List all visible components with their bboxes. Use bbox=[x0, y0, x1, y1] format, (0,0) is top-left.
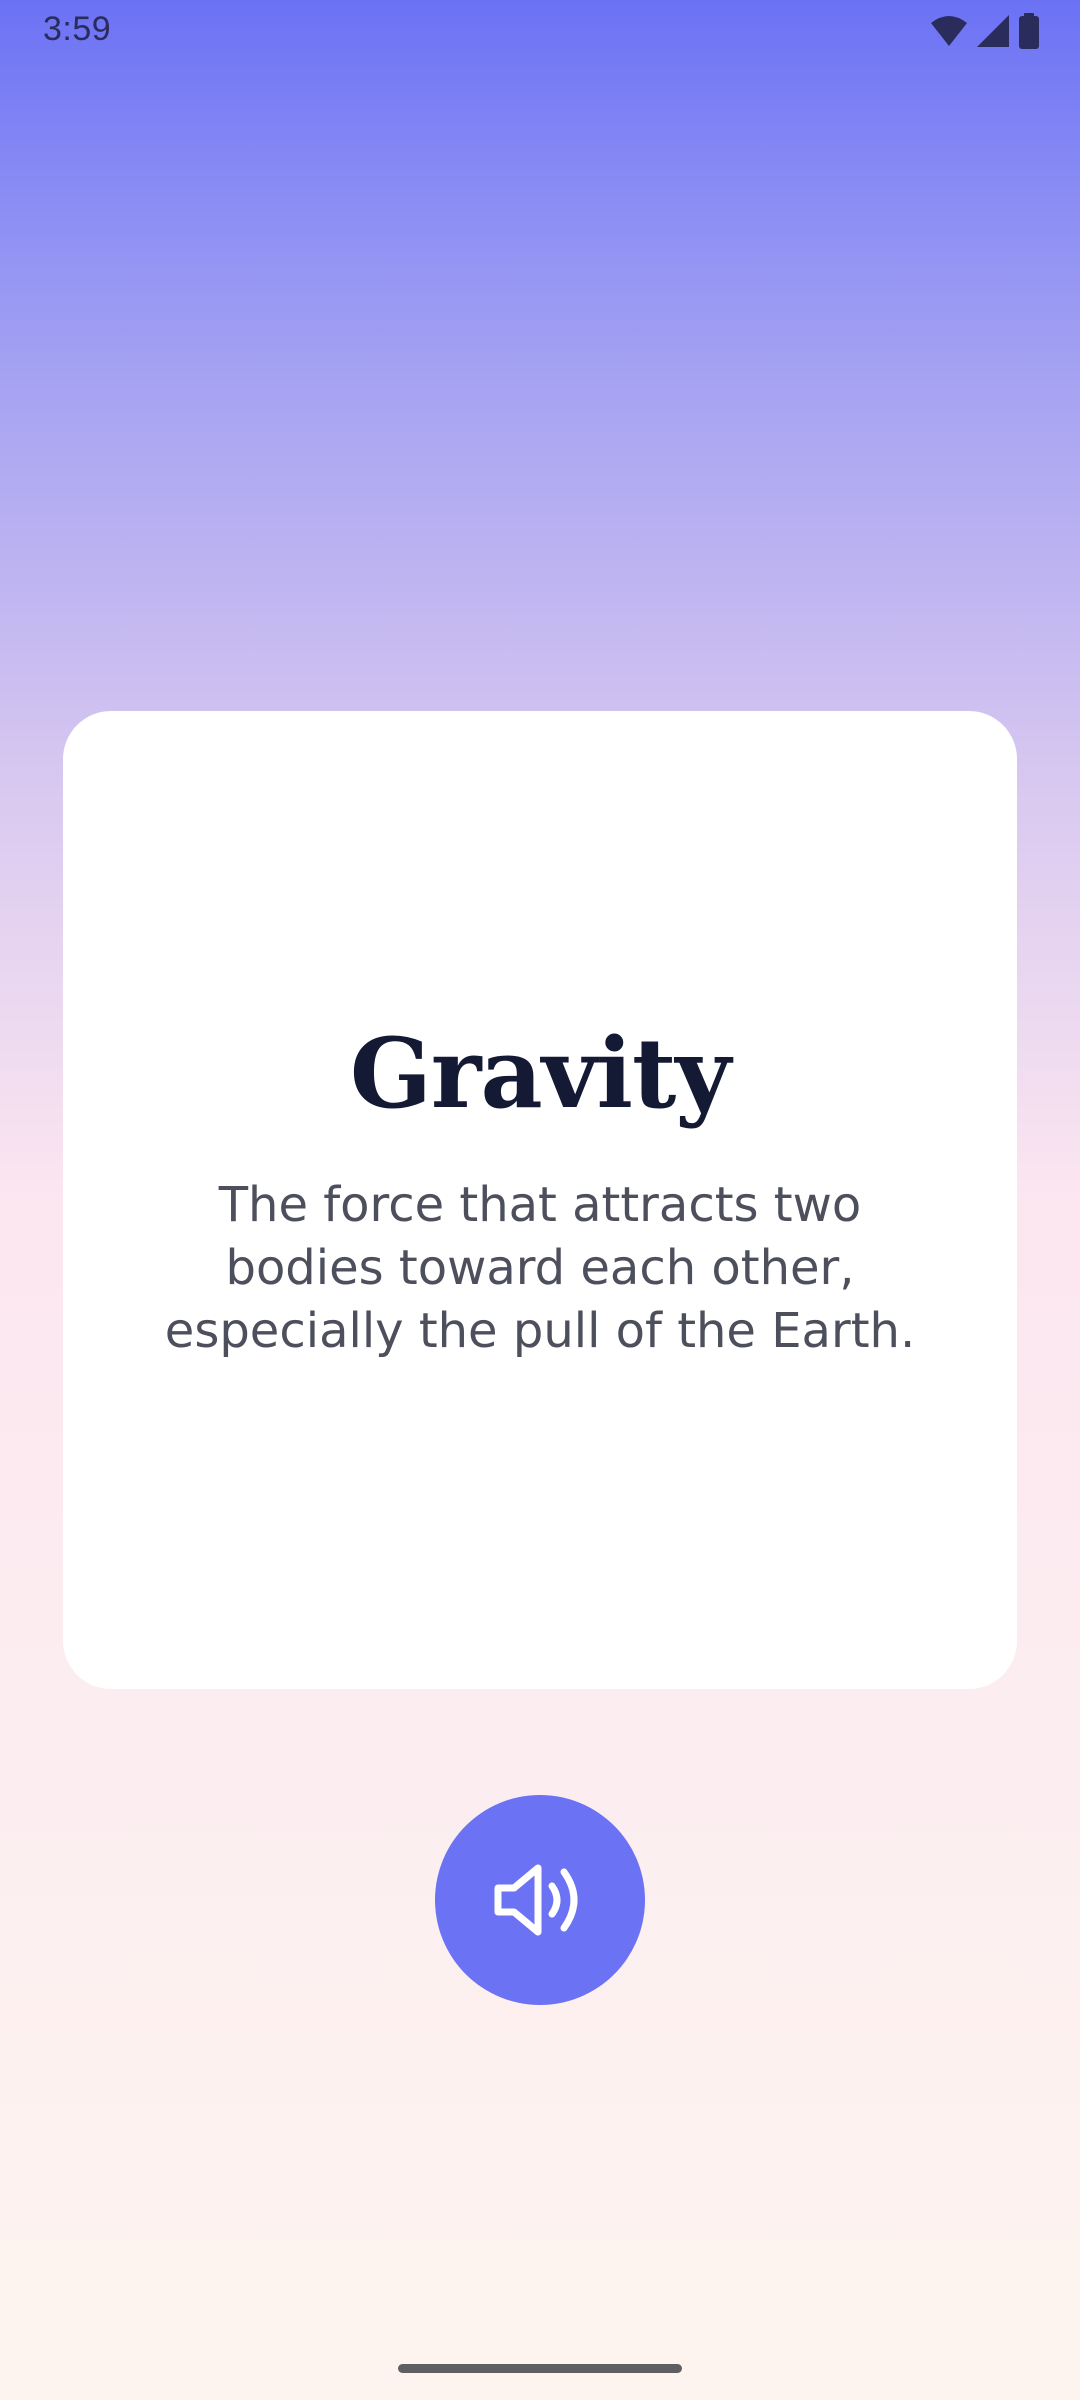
status-time: 3:59 bbox=[43, 10, 112, 48]
battery-icon bbox=[1018, 13, 1040, 49]
status-bar: 3:59 bbox=[0, 0, 1080, 62]
wifi-icon bbox=[930, 15, 968, 47]
gesture-nav-handle[interactable] bbox=[398, 2364, 682, 2373]
word-definition: The force that attracts two bodies towar… bbox=[164, 1177, 916, 1359]
status-icons bbox=[930, 13, 1040, 49]
word-title: Gravity bbox=[349, 1017, 731, 1130]
cellular-signal-icon bbox=[976, 14, 1010, 48]
speaker-volume-icon bbox=[492, 1858, 588, 1942]
pronounce-button[interactable] bbox=[435, 1795, 645, 2005]
flashcard[interactable]: Gravity The force that attracts two bodi… bbox=[63, 711, 1017, 1689]
